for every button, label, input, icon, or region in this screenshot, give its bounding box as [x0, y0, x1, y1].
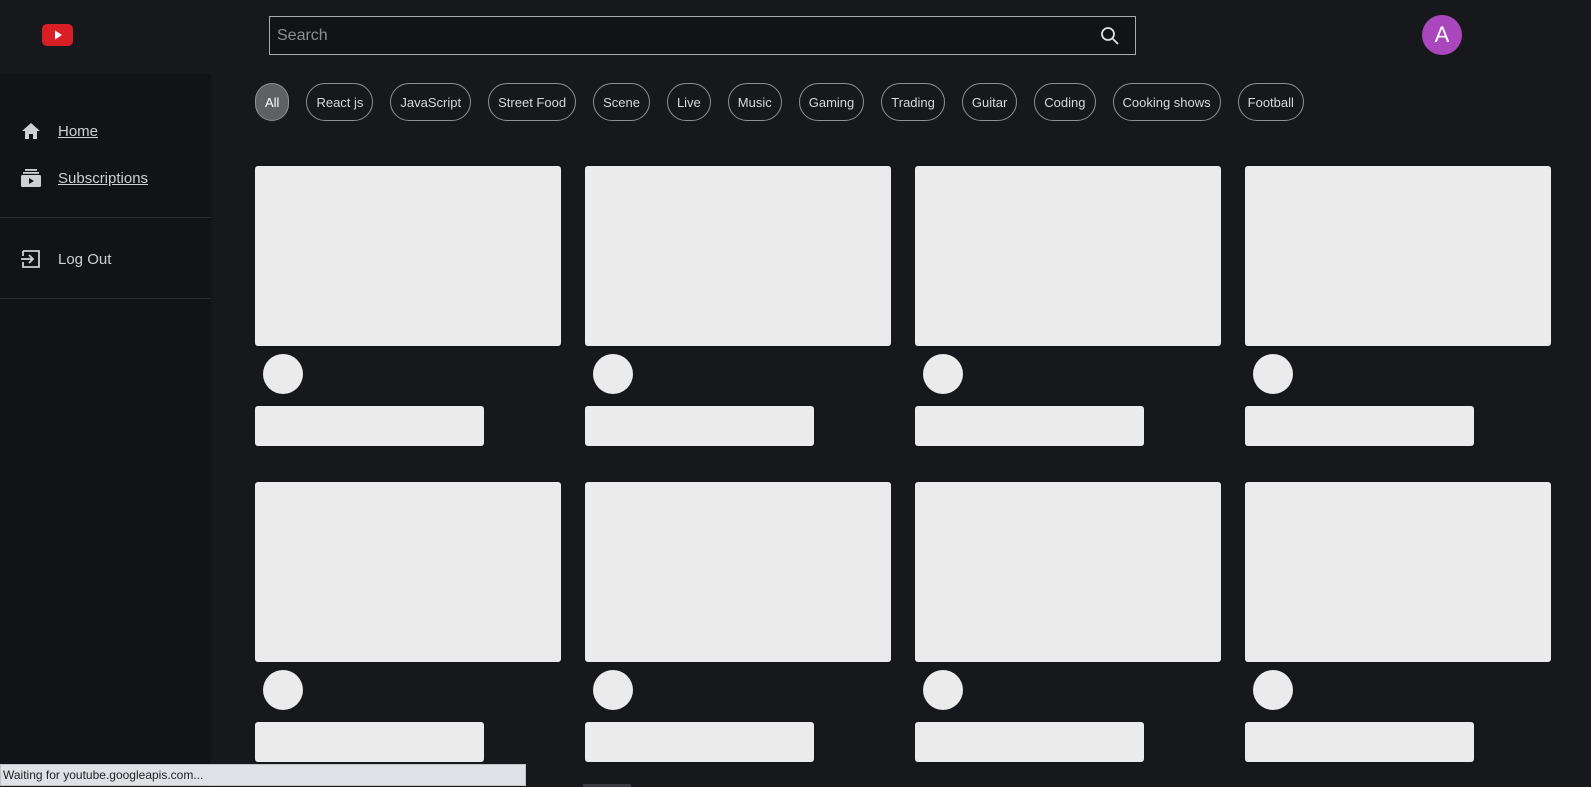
sidebar-divider	[0, 298, 211, 299]
sidebar: Home Subscriptions Log Out	[0, 74, 211, 787]
video-card-skeleton[interactable]	[585, 166, 891, 446]
channel-avatar-placeholder	[923, 670, 963, 710]
video-grid	[255, 166, 1552, 762]
youtube-play-icon	[54, 30, 62, 40]
chip-cooking-shows[interactable]: Cooking shows	[1112, 83, 1221, 121]
thumbnail-placeholder	[255, 482, 561, 662]
search-box	[269, 16, 1136, 55]
chip-all[interactable]: All	[255, 83, 290, 121]
thumbnail-placeholder	[585, 482, 891, 662]
title-placeholder	[1245, 722, 1474, 762]
title-placeholder	[585, 406, 814, 446]
chip-live[interactable]: Live	[666, 83, 711, 121]
video-card-skeleton[interactable]	[1245, 482, 1551, 762]
chip-guitar[interactable]: Guitar	[961, 83, 1018, 121]
chip-scene[interactable]: Scene	[593, 83, 650, 121]
chip-street-food[interactable]: Street Food	[488, 83, 577, 121]
title-placeholder	[915, 722, 1144, 762]
sidebar-item-subscriptions[interactable]: Subscriptions	[0, 158, 211, 198]
avatar-initial: A	[1434, 22, 1450, 47]
category-chips: All React js JavaScript Street Food Scen…	[255, 83, 1304, 121]
thumbnail-placeholder	[255, 166, 561, 346]
browser-status-bar: Waiting for youtube.googleapis.com...	[0, 764, 526, 786]
channel-avatar-placeholder	[593, 670, 633, 710]
chip-music[interactable]: Music	[727, 83, 782, 121]
video-card-skeleton[interactable]	[915, 482, 1221, 762]
chip-react-js[interactable]: React js	[306, 83, 374, 121]
channel-avatar-placeholder	[263, 354, 303, 394]
video-card-skeleton[interactable]	[915, 166, 1221, 446]
channel-avatar-placeholder	[923, 354, 963, 394]
app-root: A Home Subscriptions L	[0, 0, 1591, 787]
chip-javascript[interactable]: JavaScript	[390, 83, 472, 121]
title-placeholder	[255, 722, 484, 762]
video-card-skeleton[interactable]	[255, 482, 561, 762]
title-placeholder	[585, 722, 814, 762]
chip-gaming[interactable]: Gaming	[798, 83, 865, 121]
sidebar-item-label: Home	[58, 122, 99, 140]
sidebar-item-label: Subscriptions	[58, 169, 149, 187]
home-icon	[22, 123, 40, 139]
title-placeholder	[1245, 406, 1474, 446]
youtube-logo[interactable]	[42, 24, 73, 46]
channel-avatar-placeholder	[593, 354, 633, 394]
video-card-skeleton[interactable]	[585, 482, 891, 762]
thumbnail-placeholder	[585, 166, 891, 346]
video-card-skeleton[interactable]	[255, 166, 561, 446]
thumbnail-placeholder	[1245, 482, 1551, 662]
search-button[interactable]	[1085, 17, 1135, 54]
logout-icon	[21, 250, 40, 268]
status-text: Waiting for youtube.googleapis.com...	[3, 768, 204, 782]
thumbnail-placeholder	[1245, 166, 1551, 346]
chip-coding[interactable]: Coding	[1034, 83, 1096, 121]
sidebar-divider	[0, 217, 211, 218]
chip-football[interactable]: Football	[1237, 83, 1304, 121]
subscriptions-icon	[21, 169, 41, 187]
thumbnail-placeholder	[915, 482, 1221, 662]
channel-avatar-placeholder	[1253, 670, 1293, 710]
title-placeholder	[915, 406, 1144, 446]
video-card-skeleton[interactable]	[1245, 166, 1551, 446]
sidebar-item-home[interactable]: Home	[0, 111, 211, 151]
channel-avatar-placeholder	[263, 670, 303, 710]
channel-avatar-placeholder	[1253, 354, 1293, 394]
sidebar-item-label: Log Out	[58, 250, 112, 268]
search-icon	[1101, 26, 1119, 45]
thumbnail-placeholder	[915, 166, 1221, 346]
avatar[interactable]: A	[1422, 15, 1462, 55]
search-input[interactable]	[270, 17, 1085, 54]
chip-trading[interactable]: Trading	[881, 83, 945, 121]
title-placeholder	[255, 406, 484, 446]
sidebar-item-logout[interactable]: Log Out	[0, 239, 211, 279]
